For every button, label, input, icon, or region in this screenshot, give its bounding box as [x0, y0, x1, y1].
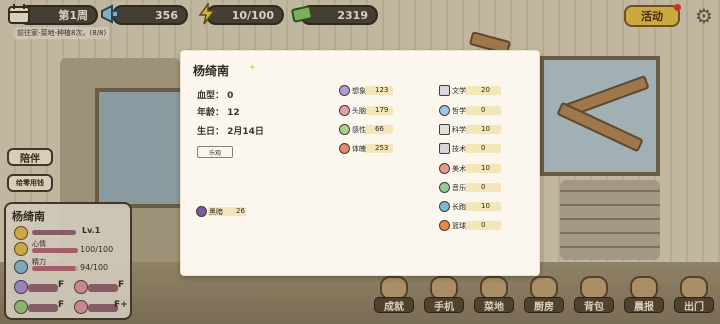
heart-eye-icon [339, 124, 350, 135]
skill-music: 音乐 0 [439, 182, 509, 194]
age: 年龄： 12 [197, 108, 240, 118]
attribute-imagination: 想象 123 [339, 85, 399, 97]
skill-literature: 文学 20 [439, 85, 509, 97]
attribute-value: 123 [375, 86, 389, 94]
skill-label: 技术 [452, 145, 466, 153]
skill-art: 美术 10 [439, 163, 509, 175]
skill-basketball: 篮球 0 [439, 220, 509, 232]
skill-science: 科学 10 [439, 124, 509, 136]
brain-icon [339, 85, 350, 96]
attribute-physique: 体魄 253 [339, 143, 399, 155]
skill-value: 0 [481, 183, 486, 191]
attribute-sensitivity: 感性 66 [339, 124, 399, 136]
skill-label: 哲学 [452, 107, 466, 115]
blood-type: 血型： 0 [197, 91, 234, 101]
skill-label: 音乐 [452, 184, 466, 192]
skill-label: 文学 [452, 87, 466, 95]
attribute-label: 头脑 [352, 107, 366, 115]
attribute-value: 26 [236, 207, 245, 215]
birthday: 生日： 2月14日 [197, 127, 264, 137]
character-detail-modal: 杨绮南 ✦ 血型： 0 年龄： 12 生日： 2月14日 乐观 想象 123 头… [180, 50, 540, 276]
dark-orb-icon [196, 206, 207, 217]
skill-value: 10 [481, 125, 490, 133]
attribute-darkness: 黑暗 26 [196, 206, 256, 218]
skill-value: 0 [481, 144, 486, 152]
skill-technology: 技术 0 [439, 143, 509, 155]
book-icon [439, 85, 450, 96]
skill-value: 0 [481, 106, 486, 114]
palette-icon [439, 163, 450, 174]
thought-icon [439, 105, 450, 116]
wrench-icon [439, 143, 450, 154]
attribute-label: 黑暗 [209, 208, 223, 216]
attribute-value: 66 [375, 125, 384, 133]
music-note-icon [439, 182, 450, 193]
basketball-icon [439, 220, 450, 231]
skill-label: 长跑 [452, 203, 466, 211]
attribute-label: 想象 [352, 87, 366, 95]
skill-label: 科学 [452, 126, 466, 134]
attribute-label: 体魄 [352, 145, 366, 153]
head-icon [339, 105, 350, 116]
muscle-icon [339, 143, 350, 154]
skill-value: 20 [481, 86, 490, 94]
skill-label: 篮球 [452, 222, 466, 230]
skill-value: 0 [481, 221, 486, 229]
skill-philosophy: 哲学 0 [439, 105, 509, 117]
sparkle-icon: ✦ [249, 63, 256, 72]
skill-label: 美术 [452, 165, 466, 173]
personality-tag: 乐观 [197, 146, 233, 158]
skill-running: 长跑 10 [439, 201, 509, 213]
runner-icon [439, 201, 450, 212]
attribute-value: 179 [375, 106, 389, 114]
attribute-mind: 头脑 179 [339, 105, 399, 117]
skill-value: 10 [481, 202, 490, 210]
modal-title: 杨绮南 [193, 64, 230, 78]
skill-value: 10 [481, 164, 490, 172]
test-tube-icon [439, 124, 450, 135]
attribute-value: 253 [375, 144, 389, 152]
attribute-label: 感性 [352, 126, 366, 134]
